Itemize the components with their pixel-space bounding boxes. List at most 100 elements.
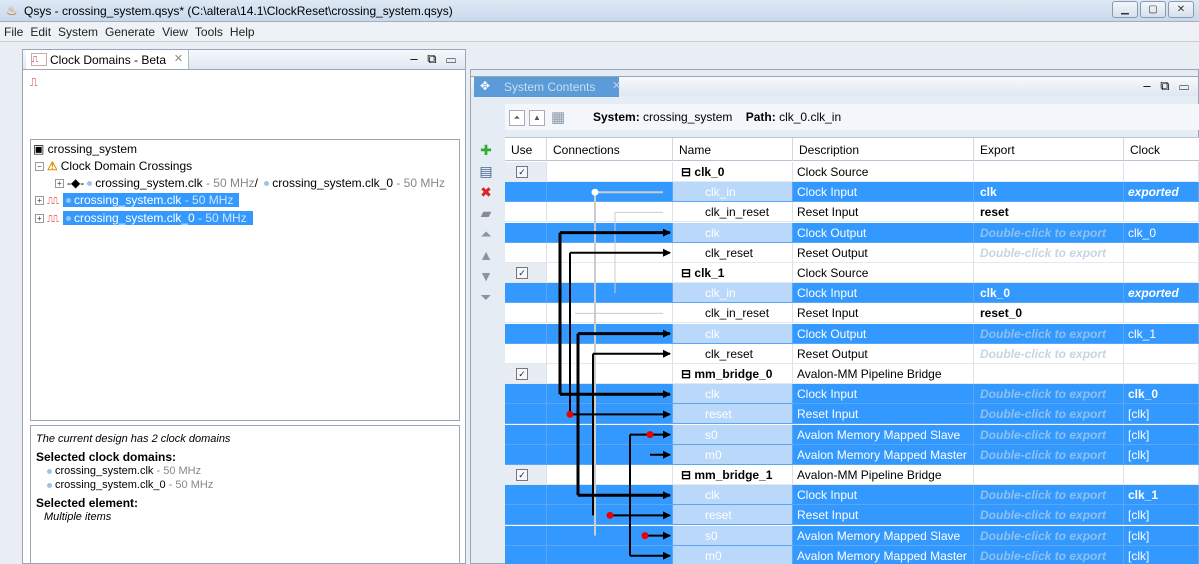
expand-icon[interactable]: + — [35, 214, 44, 224]
component-row[interactable]: ✓ ⊟ clk_1 Clock Source — [505, 263, 1199, 283]
export-cell[interactable] — [974, 364, 1124, 384]
interface-row[interactable]: clk Clock Output Double-click to export clk… — [505, 222, 1199, 243]
remove-icon[interactable]: ✖ — [476, 182, 496, 203]
name-cell[interactable]: clk_in_reset — [673, 202, 793, 223]
collapse-icon[interactable]: ⊟ — [681, 367, 694, 381]
go-up-button[interactable]: ▲ — [529, 110, 545, 126]
interface-row[interactable]: clk_in_reset Reset Input reset_0 — [505, 303, 1199, 324]
connections-cell[interactable] — [547, 465, 673, 485]
connections-cell[interactable] — [547, 323, 673, 344]
maximize-button[interactable]: ▢ — [1140, 1, 1166, 18]
move-top-icon[interactable]: ⏶ — [476, 224, 496, 245]
close-button[interactable]: ✕ — [1168, 1, 1194, 18]
tree-crossings[interactable]: − ⚠ Clock Domain Crossings — [35, 158, 192, 175]
connections-cell[interactable] — [547, 242, 673, 263]
menu-system[interactable]: System — [54, 22, 101, 39]
component-row[interactable]: ✓ ⊟ clk_0 Clock Source — [505, 162, 1199, 182]
export-cell[interactable]: Double-click to export — [974, 505, 1124, 526]
name-cell[interactable]: s0 — [673, 424, 793, 445]
name-cell[interactable]: ⊟ mm_bridge_0 — [673, 364, 793, 384]
connections-cell[interactable] — [547, 444, 673, 465]
interface-row[interactable]: m0 Avalon Memory Mapped Master Double-clic… — [505, 444, 1199, 465]
menu-view[interactable]: View — [158, 22, 191, 39]
filter-clock-icon[interactable]: ⎍ — [30, 77, 44, 91]
name-cell[interactable]: clk — [673, 222, 793, 243]
name-cell[interactable]: clk — [673, 323, 793, 344]
col-connections-header[interactable]: Connections — [547, 138, 673, 161]
use-checkbox[interactable]: ✓ — [516, 368, 528, 380]
name-cell[interactable]: reset — [673, 404, 793, 425]
interface-row[interactable]: clk Clock Input Double-click to export clk_… — [505, 384, 1199, 405]
edit-icon[interactable]: ▰ — [476, 203, 496, 224]
menu-edit[interactable]: Edit — [26, 22, 54, 39]
name-cell[interactable]: clk_in — [673, 182, 793, 203]
interface-row[interactable]: s0 Avalon Memory Mapped Slave Double-click… — [505, 525, 1199, 546]
connections-cell[interactable] — [547, 222, 673, 243]
export-cell[interactable]: Double-click to export — [974, 424, 1124, 445]
connections-cell[interactable] — [547, 162, 673, 182]
col-description-header[interactable]: Description — [793, 138, 974, 161]
tab-system-contents[interactable]: ✥ System Contents — [474, 77, 620, 97]
export-cell[interactable]: Double-click to export — [974, 525, 1124, 546]
tree-root[interactable]: ▣ crossing_system — [33, 141, 137, 158]
add-icon[interactable]: ✚ — [476, 140, 496, 161]
name-cell[interactable]: s0 — [673, 525, 793, 546]
connections-cell[interactable] — [547, 485, 673, 506]
connections-cell[interactable] — [547, 424, 673, 445]
export-cell[interactable]: clk — [974, 182, 1124, 203]
name-cell[interactable]: m0 — [673, 545, 793, 564]
panel-window-controls[interactable]: – ⧉ ▭ — [1143, 78, 1192, 94]
col-name-header[interactable]: Name — [673, 138, 793, 161]
expand-icon[interactable]: + — [35, 196, 44, 206]
col-use-header[interactable]: Use — [505, 138, 547, 161]
name-cell[interactable]: clk_in — [673, 283, 793, 304]
connections-cell[interactable] — [547, 525, 673, 546]
tree-domain-2[interactable]: + ⎍⎍ crossing_system.clk_0 - 50 MHz — [35, 210, 253, 227]
connections-cell[interactable] — [547, 384, 673, 405]
export-cell[interactable]: Double-click to export — [974, 384, 1124, 405]
tab-clock-domains[interactable]: ⎍ Clock Domains - Beta ✕ — [26, 50, 190, 70]
connections-cell[interactable] — [547, 404, 673, 425]
export-cell[interactable]: Double-click to export — [974, 222, 1124, 243]
export-cell[interactable]: reset — [974, 202, 1124, 223]
interface-row[interactable]: s0 Avalon Memory Mapped Slave Double-click… — [505, 424, 1199, 445]
name-cell[interactable]: clk_in_reset — [673, 303, 793, 324]
export-cell[interactable]: reset_0 — [974, 303, 1124, 324]
use-checkbox[interactable]: ✓ — [516, 166, 528, 178]
name-cell[interactable]: ⊟ mm_bridge_1 — [673, 465, 793, 485]
connections-cell[interactable] — [547, 545, 673, 564]
interface-row[interactable]: clk_reset Reset Output Double-click to exp… — [505, 242, 1199, 263]
interface-row[interactable]: reset Reset Input Double-click to export [c… — [505, 505, 1199, 526]
name-cell[interactable]: m0 — [673, 444, 793, 465]
connections-cell[interactable] — [547, 343, 673, 364]
name-cell[interactable]: clk_reset — [673, 343, 793, 364]
connections-cell[interactable] — [547, 283, 673, 304]
name-cell[interactable]: ⊟ clk_1 — [673, 263, 793, 283]
go-top-button[interactable]: ⏶ — [509, 110, 525, 126]
export-cell[interactable]: Double-click to export — [974, 242, 1124, 263]
move-down-icon[interactable]: ▼ — [476, 266, 496, 287]
name-cell[interactable]: clk — [673, 384, 793, 405]
export-cell[interactable] — [974, 263, 1124, 283]
export-cell[interactable]: Double-click to export — [974, 485, 1124, 506]
name-cell[interactable]: ⊟ clk_0 — [673, 162, 793, 182]
name-cell[interactable]: reset — [673, 505, 793, 526]
export-cell[interactable]: clk_0 — [974, 283, 1124, 304]
component-row[interactable]: ✓ ⊟ mm_bridge_1 Avalon-MM Pipeline Bridge — [505, 465, 1199, 485]
collapse-icon[interactable]: ⊟ — [681, 165, 694, 179]
export-cell[interactable] — [974, 465, 1124, 485]
tree-domain-1[interactable]: + ⎍⎍ crossing_system.clk - 50 MHz — [35, 192, 240, 209]
component-row[interactable]: ✓ ⊟ mm_bridge_0 Avalon-MM Pipeline Bridge — [505, 364, 1199, 384]
use-checkbox[interactable]: ✓ — [516, 469, 528, 481]
panel-window-controls[interactable]: – ⧉ ▭ — [410, 51, 459, 67]
export-cell[interactable] — [974, 162, 1124, 182]
interface-row[interactable]: clk_in Clock Input clk exported — [505, 182, 1199, 203]
interface-row[interactable]: clk_in Clock Input clk_0 exported — [505, 283, 1199, 304]
col-clock-header[interactable]: Clock — [1124, 138, 1199, 161]
interface-row[interactable]: clk Clock Input Double-click to export clk_… — [505, 485, 1199, 506]
move-bottom-icon[interactable]: ⏷ — [476, 287, 496, 308]
close-tab-icon[interactable]: ✕ — [612, 79, 621, 92]
export-cell[interactable]: Double-click to export — [974, 545, 1124, 564]
interface-row[interactable]: reset Reset Input Double-click to export [c… — [505, 404, 1199, 425]
connections-cell[interactable] — [547, 202, 673, 223]
